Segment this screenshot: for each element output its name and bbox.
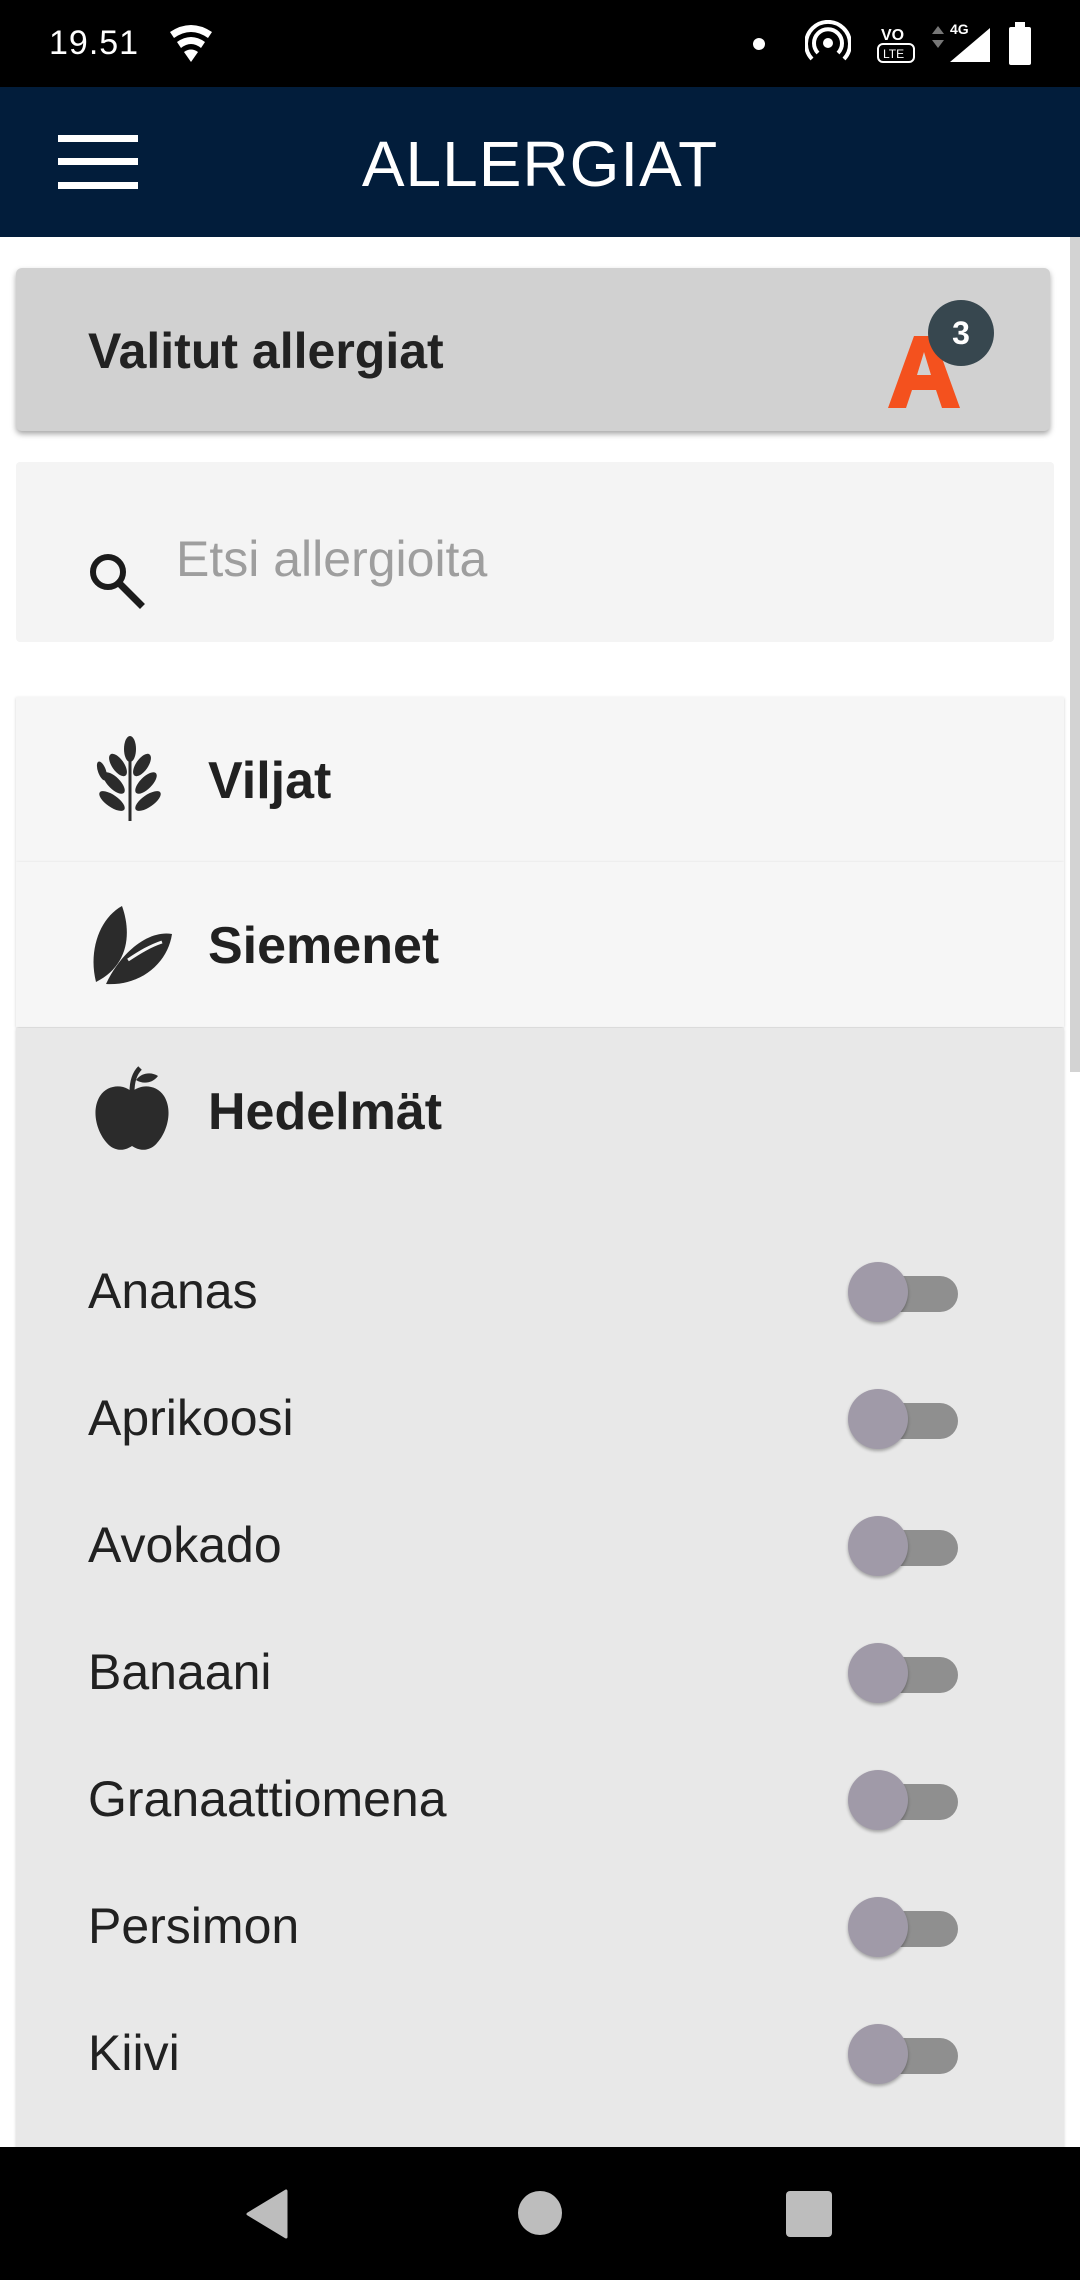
home-icon[interactable] [518,2191,562,2235]
category-siemenet[interactable]: Siemenet [16,862,1064,1027]
toggle-switch[interactable] [848,1512,958,1576]
item-label: Ananas [88,1263,258,1319]
search-icon [84,548,148,612]
toggle-switch[interactable] [848,1385,958,1449]
signal-4g-icon: 4G [930,20,996,71]
item-label: Aprikoosi [88,1390,294,1446]
svg-text:4G: 4G [950,21,969,37]
item-label: Kiivi [88,2025,180,2081]
list-item: Kiivi [16,1988,1064,2115]
back-icon[interactable] [244,2189,288,2244]
list-item: Aprikoosi [16,1353,1064,1480]
list-item: Banaani [16,1607,1064,1734]
app-bar: ALLERGIAT [0,87,1080,237]
category-label: Viljat [208,752,332,810]
list-item: Avokado [16,1480,1064,1607]
hotspot-icon [804,19,852,71]
item-label: Persimon [88,1898,300,1954]
list-item: Ananas [16,1226,1064,1353]
apple-icon [88,1066,176,1154]
selected-allergies-button[interactable]: Valitut allergiat 3 [16,268,1050,431]
recent-apps-icon[interactable] [786,2191,832,2237]
status-time: 19.51 [49,24,140,62]
scrollbar[interactable] [1070,237,1080,1072]
category-hedelmat-panel: Hedelmät Ananas Aprikoosi Avokado Banaan… [16,1028,1064,2148]
toggle-switch[interactable] [848,1766,958,1830]
screen: 19.51 VO LTE 4G ALLERGIAT Valitut allerg… [0,0,1080,2280]
toggle-switch[interactable] [848,1893,958,1957]
svg-text:LTE: LTE [883,47,904,61]
category-label: Hedelmät [208,1083,443,1141]
category-label: Siemenet [208,917,440,975]
selected-count-badge: 3 [928,300,994,366]
page-title: ALLERGIAT [361,128,719,200]
list-item: Granaattiomena [16,1734,1064,1861]
shield-wifi-icon [168,22,214,71]
item-label: Avokado [88,1517,282,1573]
status-bar: 19.51 VO LTE 4G [0,0,1080,87]
item-label: Banaani [88,1644,272,1700]
svg-text:VO: VO [881,27,904,44]
volte-icon: VO LTE [875,20,921,71]
toggle-switch[interactable] [848,2020,958,2084]
category-hedelmat[interactable]: Hedelmät [16,1028,1064,1193]
notification-dot-icon [753,38,765,50]
item-label: Granaattiomena [88,1771,447,1827]
category-viljat[interactable]: Viljat [16,697,1064,862]
battery-icon [1007,22,1033,71]
navigation-bar [0,2147,1080,2280]
toggle-switch[interactable] [848,1258,958,1322]
seed-leaf-icon [88,900,176,988]
search-input[interactable] [176,524,996,594]
list-item: Persimon [16,1861,1064,1988]
toggle-switch[interactable] [848,1639,958,1703]
wheat-icon [88,735,176,823]
search-box [16,462,1054,642]
selected-allergies-label: Valitut allergiat [88,323,444,379]
